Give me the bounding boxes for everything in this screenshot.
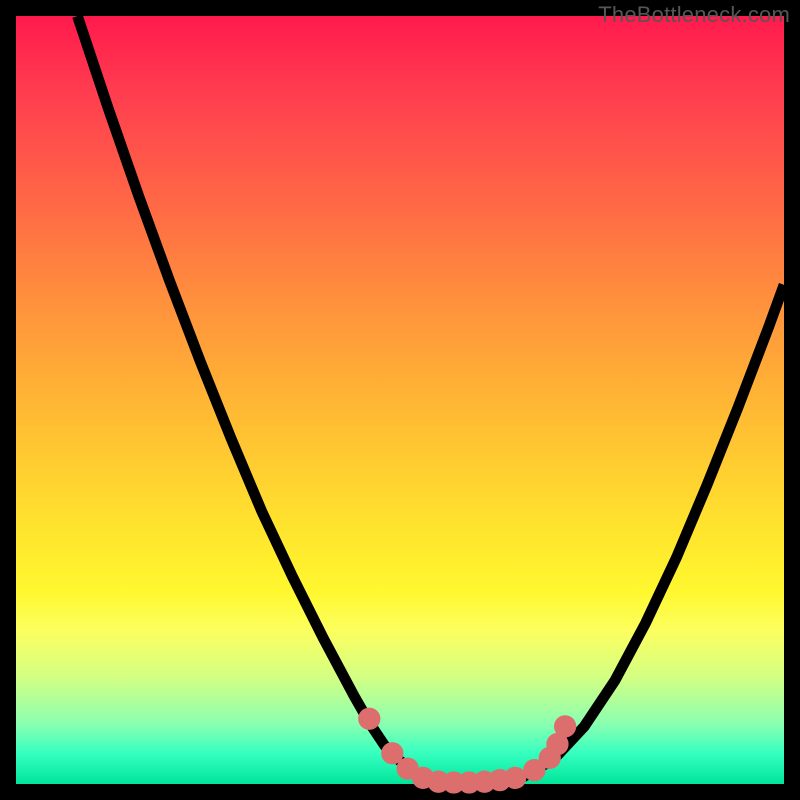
plot-area bbox=[16, 16, 784, 784]
curve-right bbox=[523, 285, 784, 777]
marker-dot bbox=[558, 719, 573, 734]
watermark-text: TheBottleneck.com bbox=[598, 2, 790, 28]
marker-dot bbox=[362, 711, 377, 726]
marker-dot bbox=[385, 746, 400, 761]
marker-dot bbox=[550, 737, 565, 752]
chart-frame: TheBottleneck.com bbox=[0, 0, 800, 800]
curve-left bbox=[77, 16, 430, 779]
chart-svg bbox=[16, 16, 784, 784]
marker-dot bbox=[508, 771, 523, 786]
marker-dot bbox=[527, 763, 542, 778]
marker-group bbox=[362, 711, 572, 789]
